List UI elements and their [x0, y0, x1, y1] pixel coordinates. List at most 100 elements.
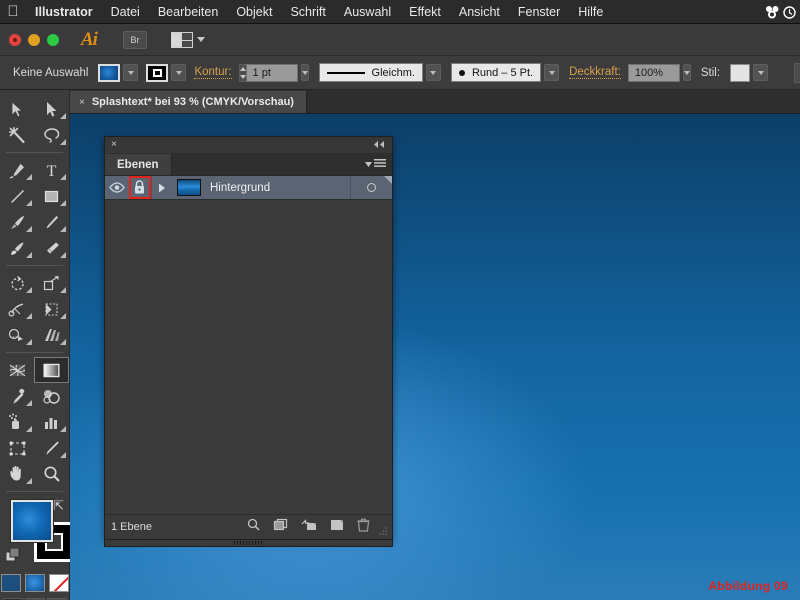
- graphic-style-group[interactable]: [730, 63, 769, 82]
- gradient-swatch-button[interactable]: [24, 574, 45, 592]
- rectangle-tool[interactable]: [35, 183, 70, 209]
- graphic-style-swatch[interactable]: [730, 63, 751, 82]
- opacity-label[interactable]: Deckkraft:: [569, 66, 621, 79]
- opacity-dropdown[interactable]: [682, 64, 691, 81]
- symbol-sprayer-tool[interactable]: [0, 409, 35, 435]
- paintbrush-tool[interactable]: [0, 209, 35, 235]
- stroke-profile-group[interactable]: Gleichm.: [318, 63, 441, 82]
- zoom-button[interactable]: [47, 33, 59, 46]
- menu-item-bearbeiten[interactable]: Bearbeiten: [149, 0, 227, 24]
- arrange-documents-button[interactable]: [170, 31, 205, 48]
- width-tool[interactable]: [0, 296, 35, 322]
- graphic-style-dropdown[interactable]: [753, 64, 769, 81]
- none-swatch-button[interactable]: [48, 574, 69, 592]
- type-tool[interactable]: T: [35, 157, 70, 183]
- brush-definition-select[interactable]: Rund – 5 Pt.: [450, 63, 542, 82]
- eraser-tool[interactable]: [35, 235, 70, 261]
- layer-lock-toggle[interactable]: [128, 176, 151, 199]
- slice-tool[interactable]: [35, 435, 70, 461]
- eyedropper-tool[interactable]: [0, 383, 35, 409]
- opacity-input[interactable]: 100%: [627, 63, 680, 82]
- panel-resize-grip[interactable]: [379, 527, 388, 536]
- hand-tool[interactable]: [0, 461, 35, 487]
- layer-name[interactable]: Hintergrund: [206, 182, 350, 194]
- panel-menu-icon[interactable]: [365, 159, 386, 169]
- fill-proxy[interactable]: [11, 500, 53, 542]
- document-tab-title: Splashtext* bei 93 % (CMYK/Vorschau): [91, 96, 294, 108]
- locate-object-button[interactable]: [247, 518, 260, 536]
- lasso-tool[interactable]: [35, 122, 70, 148]
- document-tab[interactable]: × Splashtext* bei 93 % (CMYK/Vorschau): [70, 91, 307, 113]
- fill-color-swatch[interactable]: [98, 63, 121, 82]
- shape-builder-tool[interactable]: [0, 322, 35, 348]
- create-new-sublayer-button[interactable]: [301, 518, 317, 536]
- document-setup-button[interactable]: Do: [794, 62, 800, 83]
- free-transform-tool[interactable]: [35, 296, 70, 322]
- close-button[interactable]: [9, 33, 21, 46]
- menu-item-objekt[interactable]: Objekt: [227, 0, 281, 24]
- kontur-label[interactable]: Kontur:: [194, 66, 232, 79]
- layer-row[interactable]: Hintergrund: [105, 176, 392, 200]
- make-clipping-mask-button[interactable]: [273, 518, 288, 536]
- column-graph-tool[interactable]: [35, 409, 70, 435]
- fill-swatch-group[interactable]: [98, 63, 139, 82]
- bridge-button[interactable]: Br: [122, 30, 147, 49]
- kontur-weight-dropdown[interactable]: [300, 64, 309, 81]
- layer-disclosure-triangle[interactable]: [152, 176, 172, 199]
- menu-item-illustrator[interactable]: Illustrator: [26, 0, 102, 24]
- menu-item-effekt[interactable]: Effekt: [400, 0, 450, 24]
- close-icon[interactable]: ×: [79, 97, 85, 108]
- menu-item-ansicht[interactable]: Ansicht: [450, 0, 509, 24]
- stroke-profile-select[interactable]: Gleichm.: [318, 63, 423, 82]
- direct-selection-tool[interactable]: [35, 96, 70, 122]
- artboard-tool[interactable]: [0, 435, 35, 461]
- rotate-tool[interactable]: [0, 270, 35, 296]
- scale-tool[interactable]: [35, 270, 70, 296]
- apple-logo-icon[interactable]: : [0, 4, 26, 19]
- minimize-button[interactable]: [28, 33, 40, 46]
- perspective-grid-tool[interactable]: [35, 322, 70, 348]
- collapse-to-icons-icon[interactable]: [372, 140, 386, 149]
- mesh-tool[interactable]: [0, 357, 34, 383]
- chevron-down-icon: [430, 70, 437, 75]
- color-swatch-button[interactable]: [0, 574, 21, 592]
- layers-panel-footer: 1 Ebene: [105, 515, 392, 539]
- panel-bottom-resize-handle[interactable]: [104, 540, 393, 547]
- blob-brush-tool[interactable]: [0, 235, 35, 261]
- panel-title-bar[interactable]: ×: [105, 137, 392, 154]
- tool-row: [0, 96, 69, 122]
- stroke-color-swatch[interactable]: [146, 63, 169, 82]
- create-new-layer-button[interactable]: [330, 518, 344, 536]
- zoom-tool[interactable]: [35, 461, 70, 487]
- layer-visibility-toggle[interactable]: [105, 176, 128, 199]
- layers-list[interactable]: Hintergrund: [105, 176, 392, 515]
- brush-definition-dropdown[interactable]: [544, 64, 560, 81]
- fill-swatch-dropdown[interactable]: [123, 64, 139, 81]
- pencil-tool[interactable]: [35, 209, 70, 235]
- chevron-down-icon: [548, 70, 555, 75]
- brush-definition-group[interactable]: Rund – 5 Pt.: [450, 63, 560, 82]
- default-fill-stroke-icon[interactable]: [5, 547, 22, 564]
- magic-wand-tool[interactable]: [0, 122, 35, 148]
- pen-tool[interactable]: [0, 157, 35, 183]
- stroke-profile-dropdown[interactable]: [425, 64, 441, 81]
- gradient-tool[interactable]: [34, 357, 69, 383]
- menu-item-hilfe[interactable]: Hilfe: [569, 0, 612, 24]
- line-segment-tool[interactable]: [0, 183, 35, 209]
- tool-more-indicator: [60, 426, 66, 432]
- selection-tool[interactable]: [0, 96, 35, 122]
- tool-row: T: [0, 157, 69, 183]
- delete-selection-button[interactable]: [357, 518, 370, 537]
- menu-item-datei[interactable]: Datei: [102, 0, 149, 24]
- control-panel: Keine Auswahl Kontur: 1 pt Gleichm. Rund…: [0, 56, 800, 90]
- menu-item-auswahl[interactable]: Auswahl: [335, 0, 400, 24]
- stroke-swatch-group[interactable]: [146, 63, 187, 82]
- close-icon[interactable]: ×: [111, 139, 117, 151]
- stroke-swatch-dropdown[interactable]: [171, 64, 187, 81]
- blend-tool[interactable]: [35, 383, 70, 409]
- kontur-weight-input[interactable]: 1 pt: [245, 63, 298, 82]
- menu-item-fenster[interactable]: Fenster: [509, 0, 569, 24]
- menu-item-schrift[interactable]: Schrift: [281, 0, 334, 24]
- tab-ebenen[interactable]: Ebenen: [105, 154, 172, 175]
- swap-fill-stroke-icon[interactable]: ⇱: [53, 498, 64, 514]
